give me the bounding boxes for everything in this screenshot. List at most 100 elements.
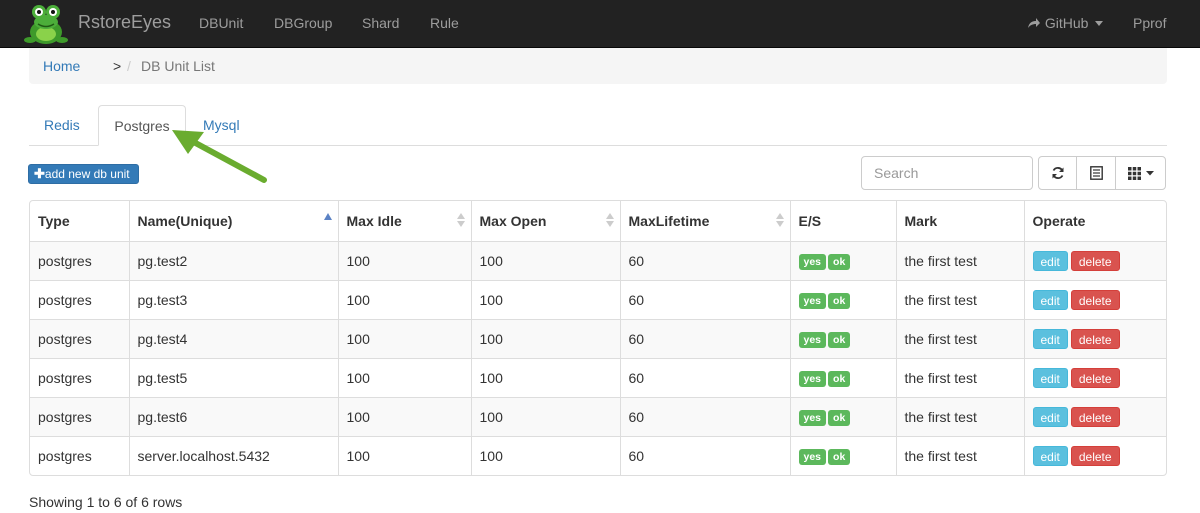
status-badge: ok bbox=[828, 292, 851, 309]
brand-title[interactable]: RstoreEyes bbox=[78, 12, 171, 33]
delete-button[interactable]: delete bbox=[1070, 445, 1120, 466]
cell-max-idle: 100 bbox=[338, 435, 472, 475]
status-badge: ok bbox=[828, 331, 851, 348]
cell-type: postgres bbox=[30, 435, 130, 475]
delete-button[interactable]: delete bbox=[1070, 406, 1120, 427]
delete-button[interactable]: delete bbox=[1070, 328, 1120, 349]
cell-operate: edit delete bbox=[1024, 435, 1166, 475]
cell-operate: edit delete bbox=[1024, 318, 1166, 358]
db-unit-table: Type Name(Unique) Max Idle Max Open MaxL… bbox=[29, 200, 1167, 476]
nav-rule[interactable]: Rule bbox=[430, 15, 459, 31]
cell-name: pg.test2 bbox=[129, 241, 339, 280]
th-type[interactable]: Type bbox=[30, 201, 130, 242]
th-operate[interactable]: Operate bbox=[1024, 201, 1166, 242]
cell-max-open: 100 bbox=[471, 396, 621, 436]
add-db-unit-label: add new db unit bbox=[44, 167, 130, 181]
cell-max-lifetime: 60 bbox=[620, 435, 791, 475]
edit-button[interactable]: edit bbox=[1032, 328, 1068, 349]
search-input[interactable] bbox=[861, 156, 1033, 190]
enabled-badge: yes bbox=[798, 409, 827, 426]
edit-button[interactable]: edit bbox=[1032, 406, 1068, 427]
nav-dbgroup[interactable]: DBGroup bbox=[274, 15, 332, 31]
refresh-button[interactable] bbox=[1038, 156, 1077, 190]
status-badge: ok bbox=[828, 370, 851, 387]
nav-shard[interactable]: Shard bbox=[362, 15, 399, 31]
th-name[interactable]: Name(Unique) bbox=[129, 201, 339, 242]
status-badge: ok bbox=[828, 253, 851, 270]
plus-icon: ✚ bbox=[34, 166, 45, 181]
edit-button[interactable]: edit bbox=[1032, 289, 1068, 310]
cell-es: yes ok bbox=[790, 396, 897, 436]
th-max-lifetime[interactable]: MaxLifetime bbox=[620, 201, 791, 242]
table-row: postgres pg.test5 100 100 60 yes ok the first t… bbox=[30, 357, 1166, 397]
cell-mark: the first test bbox=[896, 279, 1025, 319]
cell-max-open: 100 bbox=[471, 435, 621, 475]
edit-button[interactable]: edit bbox=[1032, 250, 1068, 271]
cell-max-idle: 100 bbox=[338, 241, 472, 280]
status-badge: ok bbox=[828, 409, 851, 426]
cell-type: postgres bbox=[30, 241, 130, 280]
toggle-view-button[interactable] bbox=[1076, 156, 1116, 190]
cell-type: postgres bbox=[30, 318, 130, 358]
table-row: postgres pg.test6 100 100 60 yes ok the first t… bbox=[30, 396, 1166, 436]
th-name-label: Name(Unique) bbox=[137, 212, 233, 229]
enabled-badge: yes bbox=[798, 253, 827, 270]
cell-mark: the first test bbox=[896, 357, 1025, 397]
sort-both-icon bbox=[775, 213, 784, 227]
breadcrumb: Home > / DB Unit List bbox=[29, 48, 1167, 84]
nav-pprof[interactable]: Pprof bbox=[1133, 15, 1166, 31]
cell-max-open: 100 bbox=[471, 241, 621, 280]
breadcrumb-slash: / bbox=[127, 58, 131, 74]
th-es[interactable]: E/S bbox=[790, 201, 897, 242]
cell-es: yes ok bbox=[790, 241, 897, 280]
delete-button[interactable]: delete bbox=[1070, 250, 1120, 271]
github-label: GitHub bbox=[1044, 15, 1089, 31]
th-mark[interactable]: Mark bbox=[896, 201, 1025, 242]
cell-max-open: 100 bbox=[471, 318, 621, 358]
caret-down-icon bbox=[1145, 170, 1154, 175]
cell-es: yes ok bbox=[790, 435, 897, 475]
delete-button[interactable]: delete bbox=[1070, 289, 1120, 310]
pagination-info: Showing 1 to 6 of 6 rows bbox=[29, 494, 183, 510]
nav-dbunit[interactable]: DBUnit bbox=[199, 15, 243, 31]
cell-operate: edit delete bbox=[1024, 396, 1166, 436]
cell-mark: the first test bbox=[896, 318, 1025, 358]
grid-icon bbox=[1127, 166, 1141, 180]
cell-name: pg.test6 bbox=[129, 396, 339, 436]
table-row: postgres pg.test2 100 100 60 yes ok the first t… bbox=[30, 241, 1166, 280]
add-db-unit-button[interactable]: ✚add new db unit bbox=[28, 164, 139, 184]
cell-operate: edit delete bbox=[1024, 357, 1166, 397]
edit-button[interactable]: edit bbox=[1032, 445, 1068, 466]
cell-es: yes ok bbox=[790, 318, 897, 358]
th-max-open[interactable]: Max Open bbox=[471, 201, 621, 242]
cell-max-open: 100 bbox=[471, 279, 621, 319]
delete-button[interactable]: delete bbox=[1070, 367, 1120, 388]
th-max-idle-label: Max Idle bbox=[346, 212, 402, 229]
cell-type: postgres bbox=[30, 357, 130, 397]
table-header-row: Type Name(Unique) Max Idle Max Open MaxL… bbox=[30, 201, 1166, 242]
enabled-badge: yes bbox=[798, 331, 827, 348]
frog-logo-icon[interactable] bbox=[22, 0, 72, 48]
enabled-badge: yes bbox=[798, 292, 827, 309]
nav-github-dropdown[interactable]: GitHub bbox=[1027, 15, 1104, 31]
sort-both-icon bbox=[456, 213, 465, 227]
cell-mark: the first test bbox=[896, 396, 1025, 436]
caret-down-icon bbox=[1095, 21, 1104, 26]
breadcrumb-home[interactable]: Home bbox=[43, 58, 80, 74]
cell-type: postgres bbox=[30, 396, 130, 436]
table-toolbar-buttons bbox=[1038, 156, 1166, 190]
navbar: RstoreEyes DBUnit DBGroup Shard Rule Git… bbox=[0, 0, 1200, 48]
cell-mark: the first test bbox=[896, 241, 1025, 280]
columns-dropdown-button[interactable] bbox=[1115, 156, 1166, 190]
cell-max-idle: 100 bbox=[338, 357, 472, 397]
sort-both-icon bbox=[605, 213, 614, 227]
edit-button[interactable]: edit bbox=[1032, 367, 1068, 388]
sort-asc-icon bbox=[323, 213, 332, 220]
annotation-arrow-icon bbox=[172, 130, 267, 183]
th-max-idle[interactable]: Max Idle bbox=[338, 201, 472, 242]
breadcrumb-separator: > bbox=[113, 58, 122, 74]
enabled-badge: yes bbox=[798, 370, 827, 387]
tab-redis[interactable]: Redis bbox=[44, 105, 80, 146]
cell-name: pg.test5 bbox=[129, 357, 339, 397]
cell-name: pg.test3 bbox=[129, 279, 339, 319]
